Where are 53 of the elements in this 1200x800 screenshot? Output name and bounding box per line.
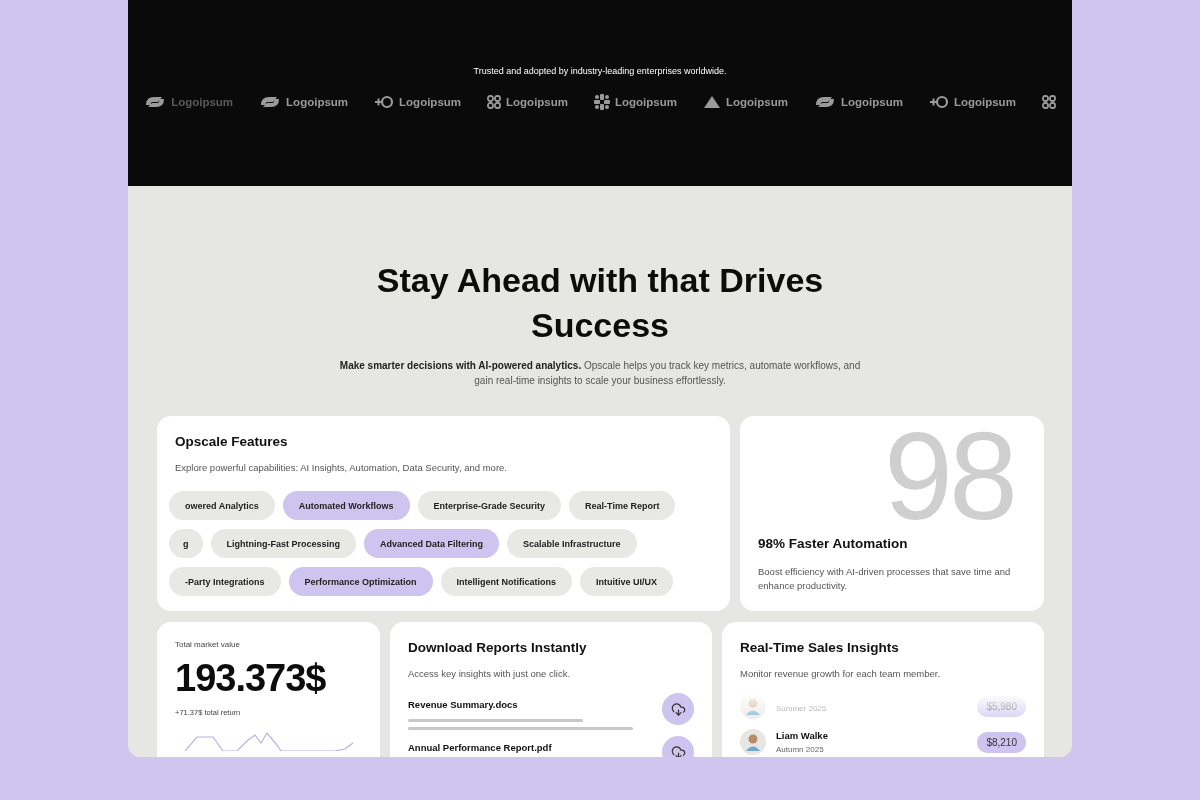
- feature-chip: Advanced Data Filtering: [364, 529, 500, 558]
- feature-chip: owered Analytics: [169, 491, 275, 520]
- cloud-download-icon: [670, 701, 686, 717]
- logo-name: Logoipsum: [171, 96, 234, 108]
- feature-chip: Intelligent Notifications: [440, 567, 573, 596]
- logo-icon: [374, 95, 395, 109]
- lead-paragraph: Make smarter decisions with AI-powered analytics. Opscale helps you track key metrics, automate workflows, and gain real-time insights to scale your business effortlessly.: [338, 359, 862, 388]
- amount-badge: $5,980: [977, 695, 1026, 717]
- feature-chip: Real-Time Report: [569, 491, 676, 520]
- logo-icon: [487, 95, 502, 109]
- logo-name: Logoipsum: [725, 96, 788, 108]
- member-name: Liam Walke: [776, 730, 828, 741]
- feature-chip: Lightning-Fast Processing: [210, 529, 356, 558]
- logo-icon: [594, 94, 610, 110]
- download-button[interactable]: [662, 693, 694, 725]
- feature-chip: Scalable Infrastructure: [507, 529, 637, 558]
- logo-icon: [1041, 95, 1056, 109]
- logo-icon: [144, 95, 167, 109]
- feature-chip: Performance Optimization: [288, 567, 433, 596]
- feature-chip: Intuitive UI/UX: [580, 567, 674, 596]
- logo-name: Logoipsum: [615, 96, 677, 108]
- market-label: Total market value: [175, 640, 241, 649]
- card-description: Explore powerful capabilities: AI Insights, Automation, Data Security, and more.: [175, 461, 508, 475]
- file-name: Annual Performance Report.pdf: [408, 742, 553, 753]
- cloud-download-icon: [670, 744, 686, 757]
- feature-chip: Automated Workflows: [282, 491, 410, 520]
- tagline: Trusted and adopted by industry-leading enterprises worldwide.: [473, 66, 727, 76]
- card-title: Download Reports Instantly: [408, 640, 588, 655]
- member-period: Summer 2025: [776, 703, 827, 713]
- logo-name: Logoipsum: [286, 96, 349, 108]
- feature-chip: Enterprise-Grade Security: [417, 491, 562, 520]
- card-title: Opscale Features: [175, 434, 289, 449]
- amount-badge: $8,210: [977, 731, 1026, 753]
- member-period: Autumn 2025: [776, 745, 825, 754]
- card-description: Monitor revenue growth for each team member.: [740, 667, 942, 681]
- logo-icon: [928, 95, 949, 109]
- card-title: Real-Time Sales Insights: [740, 640, 900, 655]
- logo-name: Logoipsum: [399, 96, 462, 108]
- card-description: Boost efficiency with AI-driven processes that save time and enhance productivity.: [758, 565, 1012, 593]
- logo-name: Logoipsum: [840, 96, 903, 108]
- logo-icon: [702, 95, 721, 109]
- logo-name: Logoipsum: [953, 96, 1016, 108]
- market-value: 193.373$: [175, 657, 327, 700]
- logo-name: Logoipsum: [506, 96, 568, 108]
- card-description: Access key insights with just one click.: [408, 667, 572, 681]
- feature-chip: -Party Integrations: [169, 567, 281, 596]
- avatar: [740, 729, 766, 755]
- logo-icon: [259, 95, 282, 109]
- feature-chip: g: [169, 529, 203, 558]
- logo-icon: [813, 95, 836, 109]
- file-name: Revenue Summary.docs: [408, 699, 519, 710]
- card-title: 98% Faster Automation: [758, 536, 909, 551]
- section-heading: Stay Ahead with that Drives Success: [375, 260, 825, 346]
